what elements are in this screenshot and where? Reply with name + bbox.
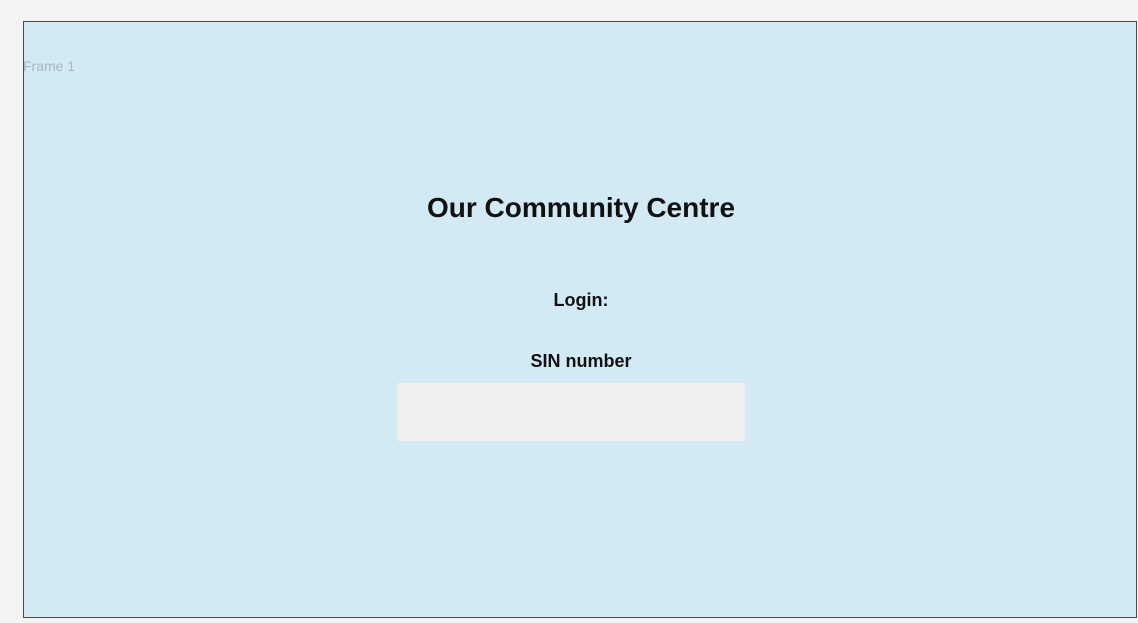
design-canvas: Our Community Centre Login: SIN number F… — [0, 0, 1138, 623]
sin-number-label: SIN number — [530, 351, 632, 371]
frame-name-label: Frame 1 — [23, 58, 76, 74]
sin-number-input[interactable] — [397, 383, 745, 441]
frame-1: Our Community Centre Login: SIN number — [23, 21, 1137, 618]
login-heading: Login: — [553, 290, 609, 310]
page-title: Our Community Centre — [426, 192, 736, 223]
